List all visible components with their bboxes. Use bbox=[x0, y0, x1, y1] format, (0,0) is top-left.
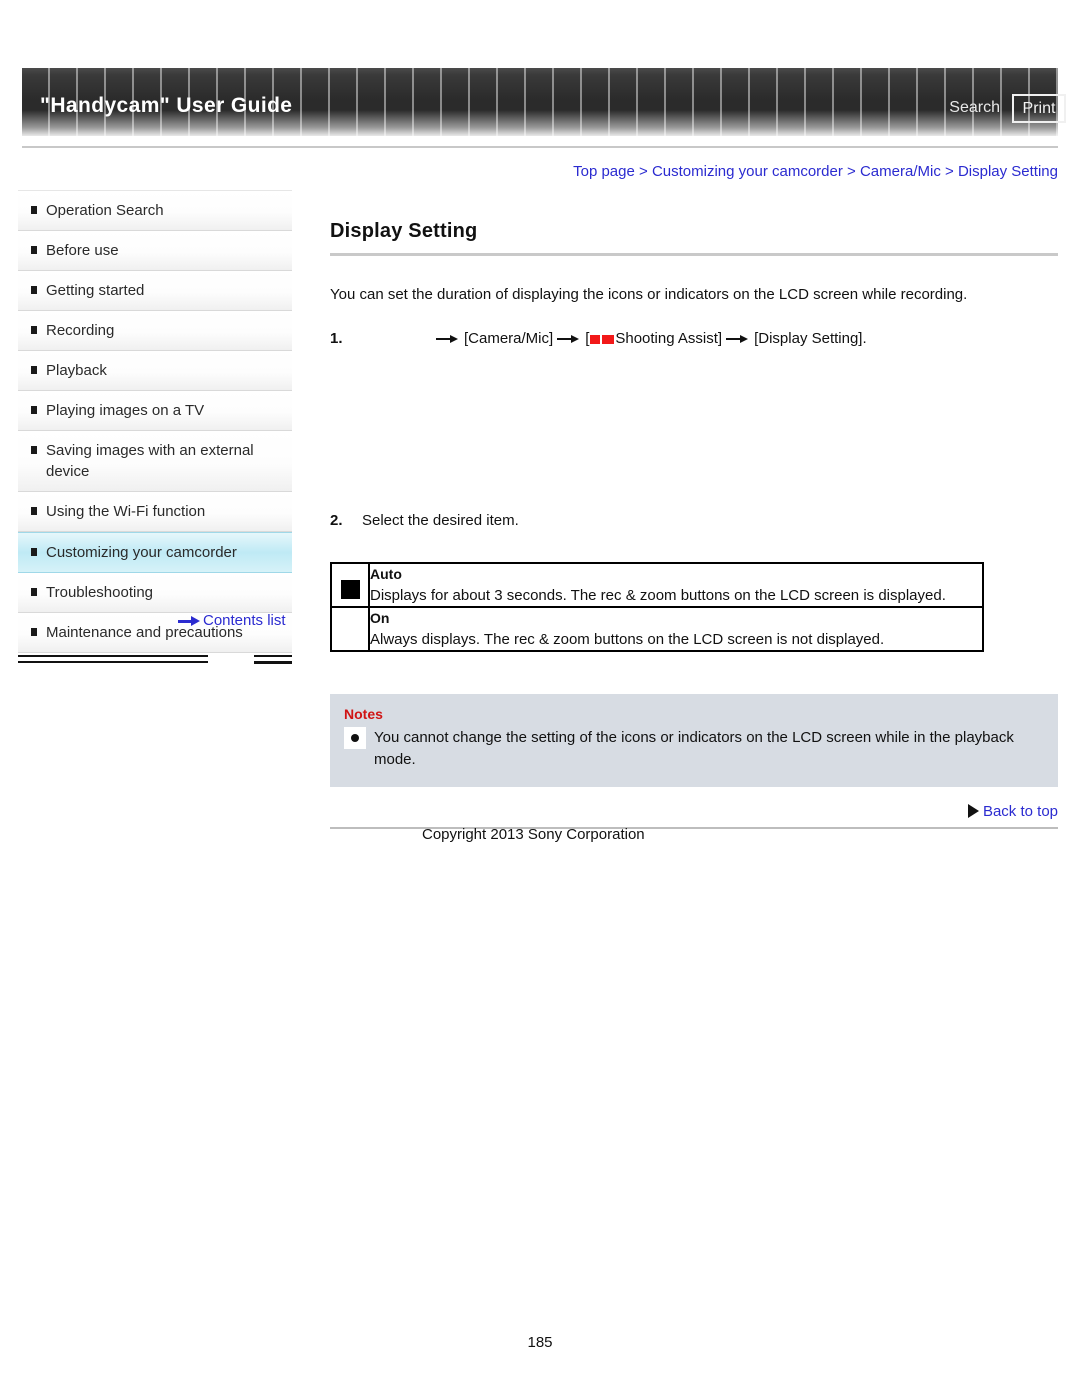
breadcrumb-item-camera-mic[interactable]: Camera/Mic bbox=[860, 163, 941, 180]
sidebar-item-playback[interactable]: Playback bbox=[18, 351, 292, 391]
step-1-number: 1. bbox=[330, 330, 343, 347]
intro-paragraph: You can set the duration of displaying t… bbox=[330, 286, 968, 303]
copyright-text: Copyright 2013 Sony Corporation bbox=[422, 826, 645, 843]
table-row: Auto Displays for about 3 seconds. The r… bbox=[330, 562, 984, 608]
back-to-top-link[interactable]: Back to top bbox=[330, 803, 1058, 820]
breadcrumb-separator: > bbox=[945, 163, 954, 180]
breadcrumb: Top page > Customizing your camcorder > … bbox=[330, 163, 1058, 180]
option-marker-cell-auto bbox=[330, 562, 370, 608]
main-content: Display Setting You can set the duration… bbox=[330, 220, 1058, 787]
square-bullet-icon bbox=[31, 326, 37, 334]
square-bullet-icon bbox=[31, 548, 37, 556]
option-description: Always displays. The rec & zoom buttons … bbox=[370, 631, 885, 648]
arrow-right-icon bbox=[557, 334, 581, 344]
note-text: You cannot change the setting of the ico… bbox=[374, 729, 1014, 768]
sidebar-item-saving-images-with-an-external-device[interactable]: Saving images with an external device bbox=[18, 431, 292, 492]
breadcrumb-separator: > bbox=[847, 163, 856, 180]
option-description: Displays for about 3 seconds. The rec & … bbox=[370, 587, 946, 604]
square-bullet-icon bbox=[31, 588, 37, 596]
sidebar-item-label: Getting started bbox=[46, 282, 145, 299]
step-2-text: Select the desired item. bbox=[362, 512, 519, 529]
step-1-part-c: [Display Setting]. bbox=[754, 330, 867, 347]
square-bullet-icon bbox=[31, 406, 37, 414]
sidebar-item-troubleshooting[interactable]: Troubleshooting bbox=[18, 573, 292, 613]
sidebar-item-label: Customizing your camcorder bbox=[46, 544, 237, 561]
square-bullet-icon bbox=[31, 628, 37, 636]
arrow-right-icon bbox=[436, 334, 460, 344]
square-bullet-icon bbox=[31, 507, 37, 515]
sidebar-item-customizing-your-camcorder[interactable]: Customizing your camcorder bbox=[18, 532, 292, 573]
note-item: You cannot change the setting of the ico… bbox=[344, 727, 1044, 771]
title-divider bbox=[330, 253, 1058, 256]
print-button[interactable]: Print bbox=[1012, 94, 1066, 123]
step-2-number: 2. bbox=[330, 512, 343, 529]
option-text-cell-auto: Auto Displays for about 3 seconds. The r… bbox=[368, 562, 984, 608]
step-2: 2. Select the desired item. bbox=[330, 510, 1058, 532]
breadcrumb-item-customizing-your-camcorder[interactable]: Customizing your camcorder bbox=[652, 163, 843, 180]
page-title: Display Setting bbox=[330, 220, 478, 242]
bullet-icon bbox=[344, 727, 366, 749]
sidebar-item-before-use[interactable]: Before use bbox=[18, 231, 292, 271]
app-title: "Handycam" User Guide bbox=[40, 94, 293, 117]
shooting-assist-icon bbox=[590, 335, 615, 345]
sidebar-item-label: Saving images with an external device bbox=[46, 442, 254, 480]
contents-list-link[interactable]: Contents list bbox=[178, 612, 286, 629]
sidebar-item-label: Operation Search bbox=[46, 202, 164, 219]
option-name: On bbox=[370, 610, 390, 626]
arrow-right-icon bbox=[726, 334, 750, 344]
step-1-bracket-open: [ bbox=[585, 330, 590, 347]
options-table: Auto Displays for about 3 seconds. The r… bbox=[330, 562, 984, 652]
table-row: On Always displays. The rec & zoom butto… bbox=[330, 606, 984, 652]
sidebar-item-label: Playing images on a TV bbox=[46, 402, 205, 419]
back-to-top-label: Back to top bbox=[982, 803, 1058, 820]
step-1-illustration-space bbox=[330, 350, 1058, 510]
breadcrumb-separator: > bbox=[639, 163, 648, 180]
sidebar-item-operation-search[interactable]: Operation Search bbox=[18, 190, 292, 231]
sidebar-item-label: Troubleshooting bbox=[46, 584, 154, 601]
breadcrumb-item-display-setting[interactable]: Display Setting bbox=[958, 163, 1058, 180]
sidebar-item-label: Recording bbox=[46, 322, 115, 339]
step-1-part-a: [Camera/Mic] bbox=[464, 330, 554, 347]
page-number: 185 bbox=[527, 1334, 553, 1351]
filled-square-icon bbox=[340, 580, 360, 599]
search-button[interactable]: Search bbox=[949, 99, 1000, 117]
notes-box: Notes You cannot change the setting of t… bbox=[330, 694, 1058, 787]
contents-list-label: Contents list bbox=[203, 612, 286, 629]
sidebar-item-recording[interactable]: Recording bbox=[18, 311, 292, 351]
triangle-right-icon bbox=[967, 804, 979, 818]
arrow-right-icon bbox=[178, 616, 200, 627]
breadcrumb-item-top-page[interactable]: Top page bbox=[573, 163, 635, 180]
sidebar-item-getting-started[interactable]: Getting started bbox=[18, 271, 292, 311]
option-text-cell-on: On Always displays. The rec & zoom butto… bbox=[368, 606, 984, 652]
sidebar-item-label: Playback bbox=[46, 362, 107, 379]
square-bullet-icon bbox=[31, 286, 37, 294]
square-bullet-icon bbox=[31, 366, 37, 374]
sidebar-item-label: Using the Wi-Fi function bbox=[46, 503, 206, 520]
sidebar-item-using-the-wi-fi-function[interactable]: Using the Wi-Fi function bbox=[18, 492, 292, 532]
square-bullet-icon bbox=[31, 246, 37, 254]
sidebar-nav: Operation Search Before use Getting star… bbox=[18, 190, 292, 671]
square-bullet-icon bbox=[31, 206, 37, 214]
notes-title: Notes bbox=[344, 706, 383, 722]
step-1-body: [Camera/Mic] [ Shooting Assist] [Display Se… bbox=[362, 328, 1058, 350]
sidebar-item-playing-images-on-a-tv[interactable]: Playing images on a TV bbox=[18, 391, 292, 431]
sidebar-item-label: Before use bbox=[46, 242, 119, 259]
step-1: 1. [Camera/Mic] [ Shooting Assist] [Display… bbox=[330, 328, 1058, 350]
square-bullet-icon bbox=[31, 446, 37, 454]
sidebar-divider bbox=[18, 655, 292, 671]
option-name: Auto bbox=[370, 566, 402, 582]
header-divider bbox=[22, 146, 1058, 148]
option-marker-cell-on bbox=[330, 606, 370, 652]
step-1-part-b: Shooting Assist] bbox=[615, 330, 723, 347]
